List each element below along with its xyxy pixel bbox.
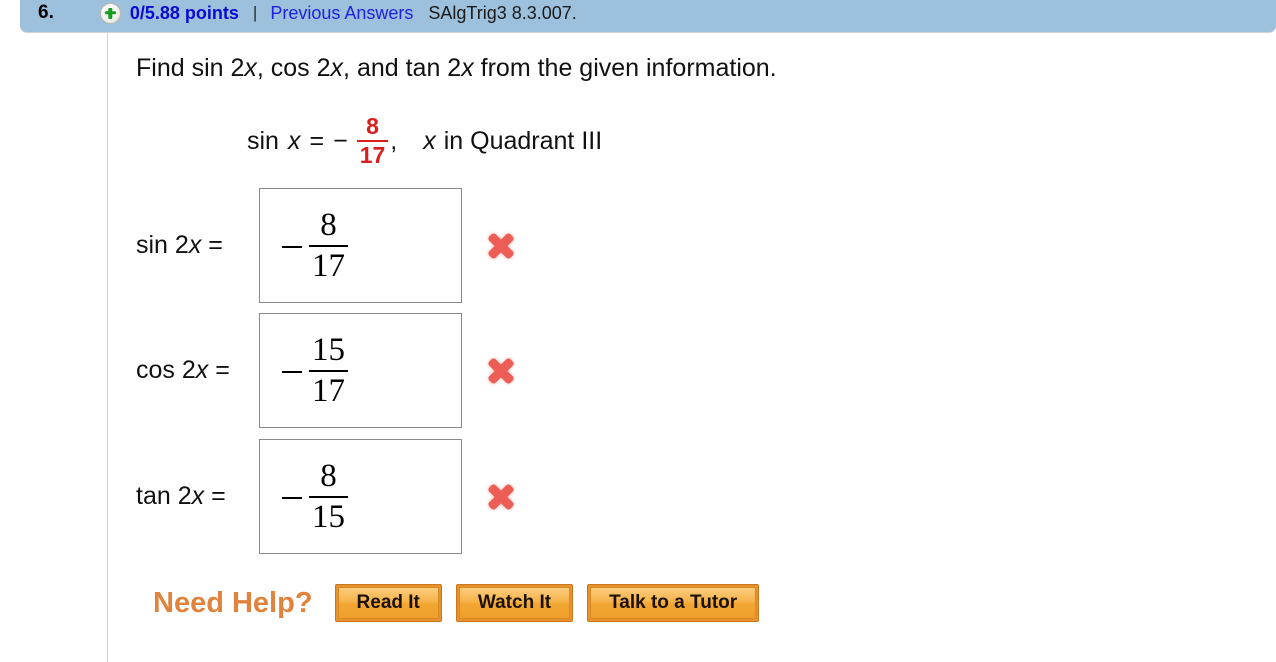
answer-fraction-bar bbox=[309, 369, 348, 372]
question-code: SAlgTrig3 8.3.007. bbox=[428, 2, 577, 23]
answer-input-box[interactable]: 8 17 bbox=[259, 188, 462, 303]
answer-label-function: tan 2 bbox=[136, 482, 192, 510]
condition-text: in Quadrant III bbox=[443, 126, 603, 155]
prompt-variable-2: x bbox=[330, 54, 344, 82]
answer-denominator: 17 bbox=[312, 247, 345, 284]
prompt-text-1: Find sin 2 bbox=[136, 54, 245, 82]
given-numerator: 8 bbox=[366, 113, 379, 139]
prompt-variable-1: x bbox=[244, 54, 257, 82]
answer-fraction: 8 15 bbox=[309, 457, 348, 535]
read-it-button[interactable]: Read It bbox=[334, 584, 442, 622]
answer-label-equals: = bbox=[215, 356, 230, 384]
answer-expression: 8 15 bbox=[282, 457, 348, 535]
need-help-label: Need Help? bbox=[153, 586, 313, 619]
plus-circle-icon[interactable] bbox=[99, 2, 121, 24]
prompt-text-2: , cos 2 bbox=[256, 54, 331, 82]
header-separator: | bbox=[252, 3, 258, 22]
previous-answers-link[interactable]: Previous Answers bbox=[270, 3, 413, 24]
answer-label-variable: x bbox=[191, 482, 205, 510]
prompt-text-3: , and tan 2 bbox=[343, 54, 462, 82]
problem-prompt: Find sin 2x, cos 2x, and tan 2x from the… bbox=[136, 54, 777, 83]
answer-denominator: 17 bbox=[312, 372, 345, 409]
read-it-button-label: Read It bbox=[337, 587, 439, 619]
answer-numerator: 8 bbox=[320, 206, 337, 243]
answer-denominator: 15 bbox=[312, 498, 345, 535]
answer-negative-sign bbox=[282, 371, 302, 373]
given-variable: x bbox=[287, 126, 301, 155]
x-mark-icon bbox=[484, 354, 518, 388]
answer-row: sin 2x = 8 17 bbox=[136, 188, 518, 303]
answer-label: sin 2x = bbox=[136, 231, 259, 260]
given-sign: − bbox=[333, 126, 348, 155]
watch-it-button[interactable]: Watch It bbox=[455, 584, 574, 622]
answer-numerator: 15 bbox=[312, 331, 345, 368]
answer-expression: 8 17 bbox=[282, 206, 348, 284]
answer-numerator: 8 bbox=[320, 457, 337, 494]
answer-fraction-bar bbox=[309, 495, 348, 498]
answer-fraction-bar bbox=[309, 244, 348, 247]
answer-label: tan 2x = bbox=[136, 482, 259, 511]
given-equals: = bbox=[309, 126, 325, 155]
talk-to-a-tutor-button[interactable]: Talk to a Tutor bbox=[587, 584, 760, 622]
given-function: sin bbox=[247, 126, 279, 155]
answer-label-equals: = bbox=[211, 482, 226, 510]
answer-label-variable: x bbox=[188, 231, 202, 259]
given-information: sin x = − 8 17 , x in Quadrant III bbox=[247, 115, 602, 167]
answer-row: tan 2x = 8 15 bbox=[136, 439, 518, 554]
answer-row: cos 2x = 15 17 bbox=[136, 313, 518, 428]
prompt-variable-3: x bbox=[461, 54, 474, 82]
answer-label-function: sin 2 bbox=[136, 231, 189, 259]
given-fraction: 8 17 bbox=[356, 113, 389, 168]
answer-expression: 15 17 bbox=[282, 331, 348, 409]
given-denominator: 17 bbox=[359, 142, 386, 168]
question-header-bar: 6. 0/5.88 points | Previous Answers SAlg… bbox=[20, 0, 1276, 32]
answer-input-box[interactable]: 8 15 bbox=[259, 439, 462, 554]
need-help-row: Need Help? Read It Watch It Talk to a Tu… bbox=[153, 584, 773, 622]
prompt-text-4: from the given information. bbox=[473, 54, 777, 82]
answer-negative-sign bbox=[282, 497, 302, 499]
answer-label: cos 2x = bbox=[136, 356, 259, 385]
answer-fraction: 8 17 bbox=[309, 206, 348, 284]
answer-label-equals: = bbox=[208, 231, 223, 259]
question-number: 6. bbox=[38, 2, 54, 23]
condition-variable: x bbox=[423, 126, 436, 155]
x-mark-icon bbox=[484, 229, 518, 263]
answer-label-function: cos 2 bbox=[136, 356, 196, 384]
question-header-content: 6. 0/5.88 points | Previous Answers SAlg… bbox=[38, 0, 1276, 26]
answer-fraction: 15 17 bbox=[309, 331, 348, 409]
answer-label-variable: x bbox=[195, 356, 209, 384]
question-body: Find sin 2x, cos 2x, and tan 2x from the… bbox=[0, 33, 1276, 662]
points-earned: 0/5.88 points bbox=[129, 2, 239, 23]
watch-it-button-label: Watch It bbox=[458, 587, 571, 619]
talk-to-a-tutor-button-label: Talk to a Tutor bbox=[590, 587, 757, 619]
answer-negative-sign bbox=[282, 246, 302, 248]
given-comma: , bbox=[390, 126, 398, 155]
x-mark-icon bbox=[484, 480, 518, 514]
answer-input-box[interactable]: 15 17 bbox=[259, 313, 462, 428]
